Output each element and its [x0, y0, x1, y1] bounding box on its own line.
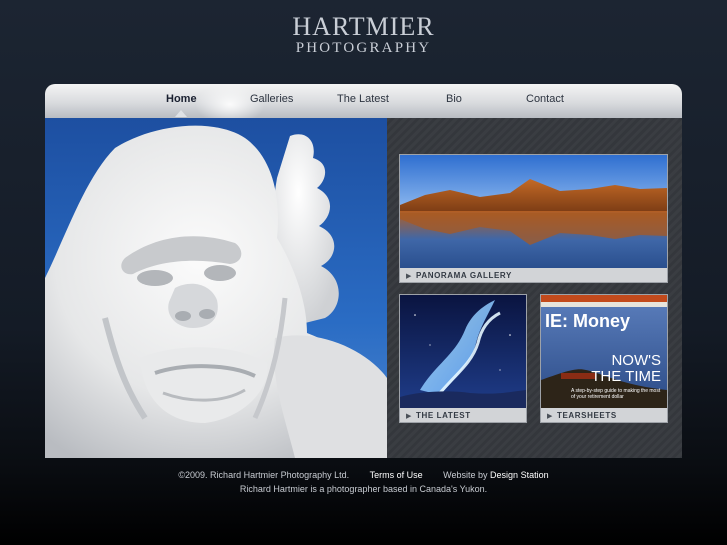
- design-station-link[interactable]: Design Station: [490, 470, 549, 480]
- panorama-image: [400, 155, 667, 268]
- the-latest-card[interactable]: ▶ THE LATEST: [399, 294, 527, 423]
- the-latest-caption: ▶ THE LATEST: [406, 411, 471, 420]
- panorama-gallery-card[interactable]: ▶ PANORAMA GALLERY: [399, 154, 668, 283]
- nav-home[interactable]: Home: [166, 93, 197, 105]
- logo-line1: HARTMIER: [292, 12, 435, 41]
- site-logo[interactable]: HARTMIER PHOTOGRAPHY: [0, 12, 727, 57]
- tearsheets-caption: ▶ TEARSHEETS: [547, 411, 617, 420]
- featured-panel: ▶ PANORAMA GALLERY ▶ THE LATEST IE: Mone…: [387, 118, 682, 458]
- copyright-text: ©2009. Richard Hartmier Photography Ltd.: [178, 470, 350, 480]
- nav-the-latest[interactable]: The Latest: [337, 93, 389, 105]
- main-content: ▶ PANORAMA GALLERY ▶ THE LATEST IE: Mone…: [45, 118, 682, 458]
- magazine-subtitle: A step-by-step guide to making the most …: [571, 388, 661, 400]
- main-nav: Home Galleries The Latest Bio Contact: [45, 84, 682, 118]
- website-by-text: Website by: [443, 470, 488, 480]
- play-arrow-icon: ▶: [547, 413, 553, 420]
- nav-contact[interactable]: Contact: [526, 93, 564, 105]
- nav-bio[interactable]: Bio: [446, 93, 462, 105]
- nav-galleries[interactable]: Galleries: [250, 93, 293, 105]
- play-arrow-icon: ▶: [406, 413, 412, 420]
- snow-sculpture-illustration: [45, 125, 387, 458]
- magazine-cover-image: IE: Money NOW'S THE TIME A step-by-step …: [541, 295, 667, 408]
- site-footer: ©2009. Richard Hartmier Photography Ltd.…: [0, 468, 727, 496]
- aurora-image: [400, 295, 526, 408]
- active-nav-pointer: [175, 110, 187, 117]
- tearsheets-card[interactable]: IE: Money NOW'S THE TIME A step-by-step …: [540, 294, 668, 423]
- terms-of-use-link[interactable]: Terms of Use: [370, 470, 423, 480]
- play-arrow-icon: ▶: [406, 273, 412, 280]
- magazine-title: IE: Money: [545, 311, 631, 331]
- hero-image: [45, 118, 387, 458]
- magazine-headline: NOW'S THE TIME: [591, 352, 661, 385]
- footer-tagline: Richard Hartmier is a photographer based…: [239, 484, 488, 494]
- panorama-gallery-caption: ▶ PANORAMA GALLERY: [406, 271, 512, 280]
- logo-line2: PHOTOGRAPHY: [295, 40, 432, 56]
